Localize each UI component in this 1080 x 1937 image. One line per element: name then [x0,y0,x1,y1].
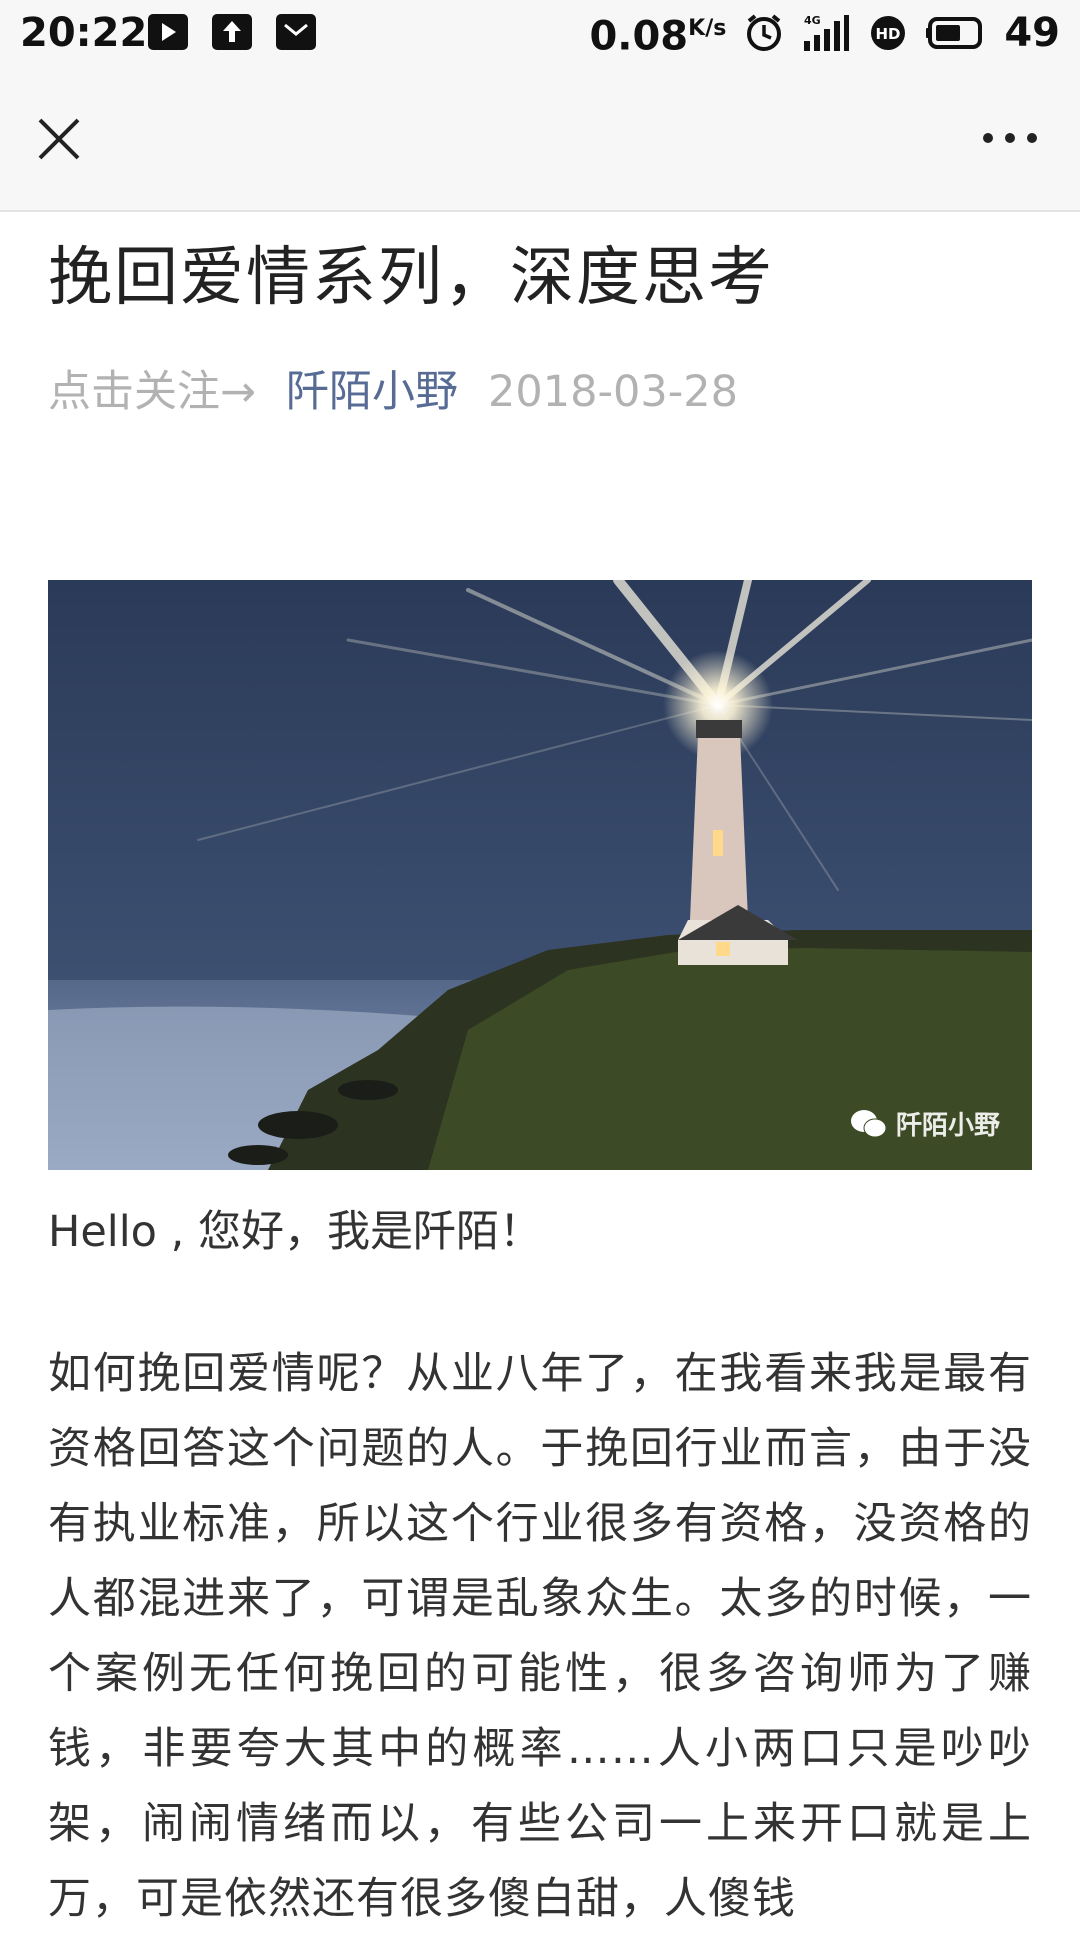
watermark-text: 阡陌小野 [895,1111,1000,1141]
lighthouse-illustration [48,580,1032,1170]
mail-icon [276,14,316,50]
hd-icon: HD [871,16,906,50]
wechat-icon [850,1109,887,1137]
status-notification-icons [148,14,316,50]
signal-icon: 4G [804,14,850,51]
battery-icon [926,17,983,49]
svg-text:HD: HD [876,25,901,43]
upload-icon [212,14,252,50]
alarm-icon [747,14,782,51]
play-icon [148,14,188,50]
article-title: 挽回爱情系列，深度思考 [48,241,774,315]
status-right-group: 0.08K/s 4G HD 49 [589,8,1060,60]
status-time: 20:22 [20,10,148,56]
publish-date: 2018-03-28 [488,367,738,417]
network-type-label: 4G [804,14,821,27]
lighthouse-image[interactable]: 阡陌小野 [48,580,1032,1170]
nav-bar [0,66,1080,212]
article-meta: 点击关注→ 阡陌小野 2018-03-28 [48,364,1032,420]
greeting-paragraph: Hello , 您好，我是阡陌！ [48,1207,542,1257]
image-watermark: 阡陌小野 [850,1105,1000,1142]
article: 挽回爱情系列，深度思考 点击关注→ 阡陌小野 2018-03-28 阡陌小野 H… [48,212,1032,1924]
network-speed-value: 0.08 [589,13,689,60]
status-bar: 20:22 0.08K/s 4G HD 49 [0,0,1080,66]
body-paragraph: 如何挽回爱情呢？从业八年了，在我看来我是最有资格回答这个问题的人。于挽回行业而言… [48,1349,1032,1924]
network-speed: 0.08K/s [589,4,726,61]
close-icon[interactable] [34,114,84,164]
battery-level: 49 [1004,10,1060,56]
follow-prompt: 点击关注→ [48,367,257,417]
more-icon[interactable] [980,126,1040,150]
author-link[interactable]: 阡陌小野 [286,367,458,417]
network-speed-unit: K/s [688,16,727,42]
